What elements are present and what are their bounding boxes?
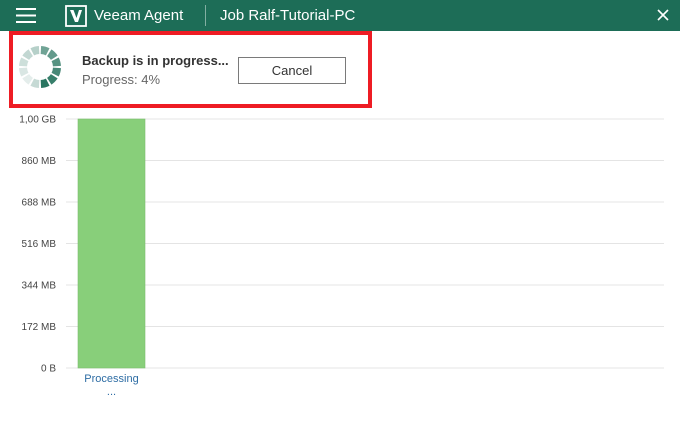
backup-status-title: Backup is in progress... bbox=[82, 53, 229, 68]
spinner-segment bbox=[19, 57, 29, 67]
y-tick-label: 1,00 GB bbox=[19, 115, 56, 126]
y-tick-label: 344 MB bbox=[22, 281, 57, 292]
spinner-segment bbox=[22, 49, 33, 60]
y-tick-label: 0 B bbox=[41, 364, 56, 375]
veeam-logo-icon bbox=[65, 5, 87, 27]
job-title: Job Ralf-Tutorial-PC bbox=[220, 7, 356, 24]
spinner-segment bbox=[47, 49, 58, 60]
title-separator bbox=[205, 5, 206, 26]
spinner-segment bbox=[51, 57, 61, 67]
spinner-segment bbox=[40, 46, 50, 56]
y-tick-label: 688 MB bbox=[22, 198, 57, 209]
bar bbox=[77, 118, 146, 369]
y-tick-label: 860 MB bbox=[22, 156, 57, 167]
category-label[interactable]: Processing bbox=[84, 373, 138, 385]
spinner-segment bbox=[19, 67, 29, 77]
app-name: Veeam Agent bbox=[94, 7, 184, 24]
hamburger-menu-icon[interactable] bbox=[14, 6, 38, 25]
cancel-button[interactable]: Cancel bbox=[238, 57, 346, 84]
category-label[interactable]: ... bbox=[107, 386, 116, 398]
spinner-segment bbox=[40, 78, 50, 88]
spinner-segment bbox=[47, 74, 58, 85]
backup-progress-text: Progress: 4% bbox=[82, 72, 161, 87]
spinner-segment bbox=[22, 74, 33, 85]
y-tick-label: 516 MB bbox=[22, 239, 57, 250]
y-tick-label: 172 MB bbox=[22, 322, 57, 333]
spinner-segment bbox=[30, 78, 40, 88]
spinner-segment bbox=[51, 67, 61, 77]
spinner-segment bbox=[30, 46, 40, 56]
loading-spinner-icon bbox=[19, 46, 61, 88]
progress-bar-chart: 0 B 172 MB 344 MB 516 MB 688 MB 860 MB 1,00 GB… bbox=[19, 115, 664, 398]
close-icon[interactable] bbox=[654, 6, 672, 24]
title-bar: Veeam Agent Job Ralf-Tutorial-PC bbox=[0, 0, 680, 31]
